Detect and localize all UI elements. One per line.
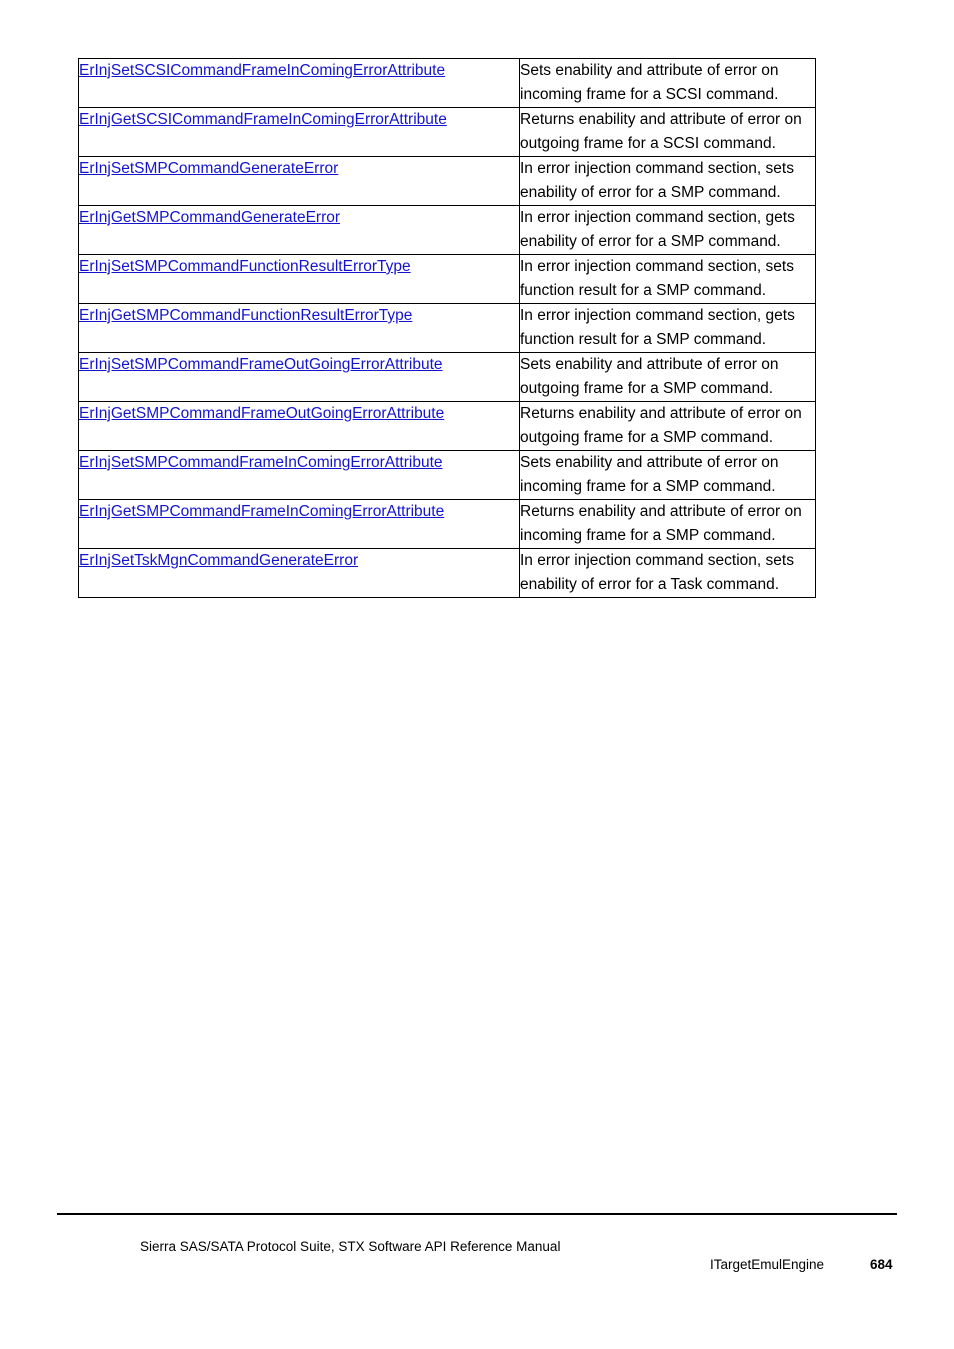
- function-name-cell: ErInjGetSMPCommandGenerateError: [78, 205, 520, 255]
- function-name-cell: ErInjSetSMPCommandFunctionResultErrorTyp…: [78, 254, 520, 304]
- api-method-link[interactable]: ErInjGetSMPCommandFrameOutGoingErrorAttr…: [79, 405, 444, 422]
- table-row: ErInjGetSCSICommandFrameInComingErrorAtt…: [78, 107, 816, 157]
- function-description-cell: In error injection command section, sets…: [519, 548, 816, 598]
- function-description-text: Sets enability and attribute of error on…: [520, 62, 779, 103]
- api-method-link[interactable]: ErInjSetSMPCommandFrameInComingErrorAttr…: [79, 454, 443, 471]
- function-description-text: Returns enability and attribute of error…: [520, 111, 802, 152]
- function-name-cell: ErInjGetSMPCommandFrameOutGoingErrorAttr…: [78, 401, 520, 451]
- api-method-link[interactable]: ErInjSetTskMgnCommandGenerateError: [79, 552, 358, 569]
- api-method-link[interactable]: ErInjSetSMPCommandFunctionResultErrorTyp…: [79, 258, 411, 275]
- function-description-text: In error injection command section, gets…: [520, 209, 795, 250]
- api-method-link[interactable]: ErInjSetSMPCommandFrameOutGoingErrorAttr…: [79, 356, 443, 373]
- function-name-cell: ErInjSetTskMgnCommandGenerateError: [78, 548, 520, 598]
- table-row: ErInjGetSMPCommandFrameOutGoingErrorAttr…: [78, 401, 816, 451]
- function-description-cell: In error injection command section, sets…: [519, 156, 816, 206]
- api-method-table: ErInjSetSCSICommandFrameInComingErrorAtt…: [78, 58, 816, 598]
- function-description-text: In error injection command section, gets…: [520, 307, 795, 348]
- api-method-link[interactable]: ErInjGetSMPCommandFunctionResultErrorTyp…: [79, 307, 412, 324]
- function-name-cell: ErInjSetSMPCommandGenerateError: [78, 156, 520, 206]
- function-description-text: Sets enability and attribute of error on…: [520, 356, 779, 397]
- function-name-cell: ErInjSetSCSICommandFrameInComingErrorAtt…: [78, 58, 520, 108]
- function-description-cell: Returns enability and attribute of error…: [519, 401, 816, 451]
- function-name-cell: ErInjSetSMPCommandFrameInComingErrorAttr…: [78, 450, 520, 500]
- api-method-table-container: ErInjSetSCSICommandFrameInComingErrorAtt…: [78, 58, 816, 598]
- function-name-cell: ErInjSetSMPCommandFrameOutGoingErrorAttr…: [78, 352, 520, 402]
- function-name-cell: ErInjGetSMPCommandFunctionResultErrorTyp…: [78, 303, 520, 353]
- api-method-link[interactable]: ErInjSetSMPCommandGenerateError: [79, 160, 338, 177]
- function-description-text: In error injection command section, sets…: [520, 552, 794, 593]
- footer-manual-title: Sierra SAS/SATA Protocol Suite, STX Soft…: [140, 1239, 561, 1254]
- function-description-cell: Returns enability and attribute of error…: [519, 107, 816, 157]
- footer-divider: [57, 1213, 897, 1215]
- api-method-table-body: ErInjSetSCSICommandFrameInComingErrorAtt…: [78, 58, 816, 598]
- function-description-text: In error injection command section, sets…: [520, 258, 794, 299]
- page-footer: Sierra SAS/SATA Protocol Suite, STX Soft…: [0, 1238, 954, 1278]
- table-row: ErInjGetSMPCommandGenerateError In error…: [78, 205, 816, 255]
- api-method-link[interactable]: ErInjSetSCSICommandFrameInComingErrorAtt…: [79, 62, 445, 79]
- function-description-text: In error injection command section, sets…: [520, 160, 794, 201]
- footer-chapter-name: ITargetEmulEngine: [710, 1257, 825, 1272]
- table-row: ErInjSetSCSICommandFrameInComingErrorAtt…: [78, 58, 816, 108]
- table-row: ErInjSetTskMgnCommandGenerateError In er…: [78, 548, 816, 598]
- table-row: ErInjSetSMPCommandGenerateError In error…: [78, 156, 816, 206]
- table-row: ErInjSetSMPCommandFunctionResultErrorTyp…: [78, 254, 816, 304]
- footer-page-number: 684: [870, 1257, 893, 1272]
- function-name-cell: ErInjGetSMPCommandFrameInComingErrorAttr…: [78, 499, 520, 549]
- function-description-cell: Sets enability and attribute of error on…: [519, 450, 816, 500]
- api-method-link[interactable]: ErInjGetSCSICommandFrameInComingErrorAtt…: [79, 111, 447, 128]
- function-name-cell: ErInjGetSCSICommandFrameInComingErrorAtt…: [78, 107, 520, 157]
- function-description-text: Sets enability and attribute of error on…: [520, 454, 779, 495]
- api-method-link[interactable]: ErInjGetSMPCommandFrameInComingErrorAttr…: [79, 503, 444, 520]
- function-description-cell: Returns enability and attribute of error…: [519, 499, 816, 549]
- api-method-link[interactable]: ErInjGetSMPCommandGenerateError: [79, 209, 340, 226]
- table-row: ErInjGetSMPCommandFrameInComingErrorAttr…: [78, 499, 816, 549]
- function-description-cell: In error injection command section, gets…: [519, 205, 816, 255]
- function-description-cell: Sets enability and attribute of error on…: [519, 58, 816, 108]
- function-description-cell: Sets enability and attribute of error on…: [519, 352, 816, 402]
- table-row: ErInjGetSMPCommandFunctionResultErrorTyp…: [78, 303, 816, 353]
- table-row: ErInjSetSMPCommandFrameOutGoingErrorAttr…: [78, 352, 816, 402]
- function-description-cell: In error injection command section, gets…: [519, 303, 816, 353]
- table-row: ErInjSetSMPCommandFrameInComingErrorAttr…: [78, 450, 816, 500]
- function-description-cell: In error injection command section, sets…: [519, 254, 816, 304]
- function-description-text: Returns enability and attribute of error…: [520, 503, 802, 544]
- function-description-text: Returns enability and attribute of error…: [520, 405, 802, 446]
- document-page: ErInjSetSCSICommandFrameInComingErrorAtt…: [0, 0, 954, 1349]
